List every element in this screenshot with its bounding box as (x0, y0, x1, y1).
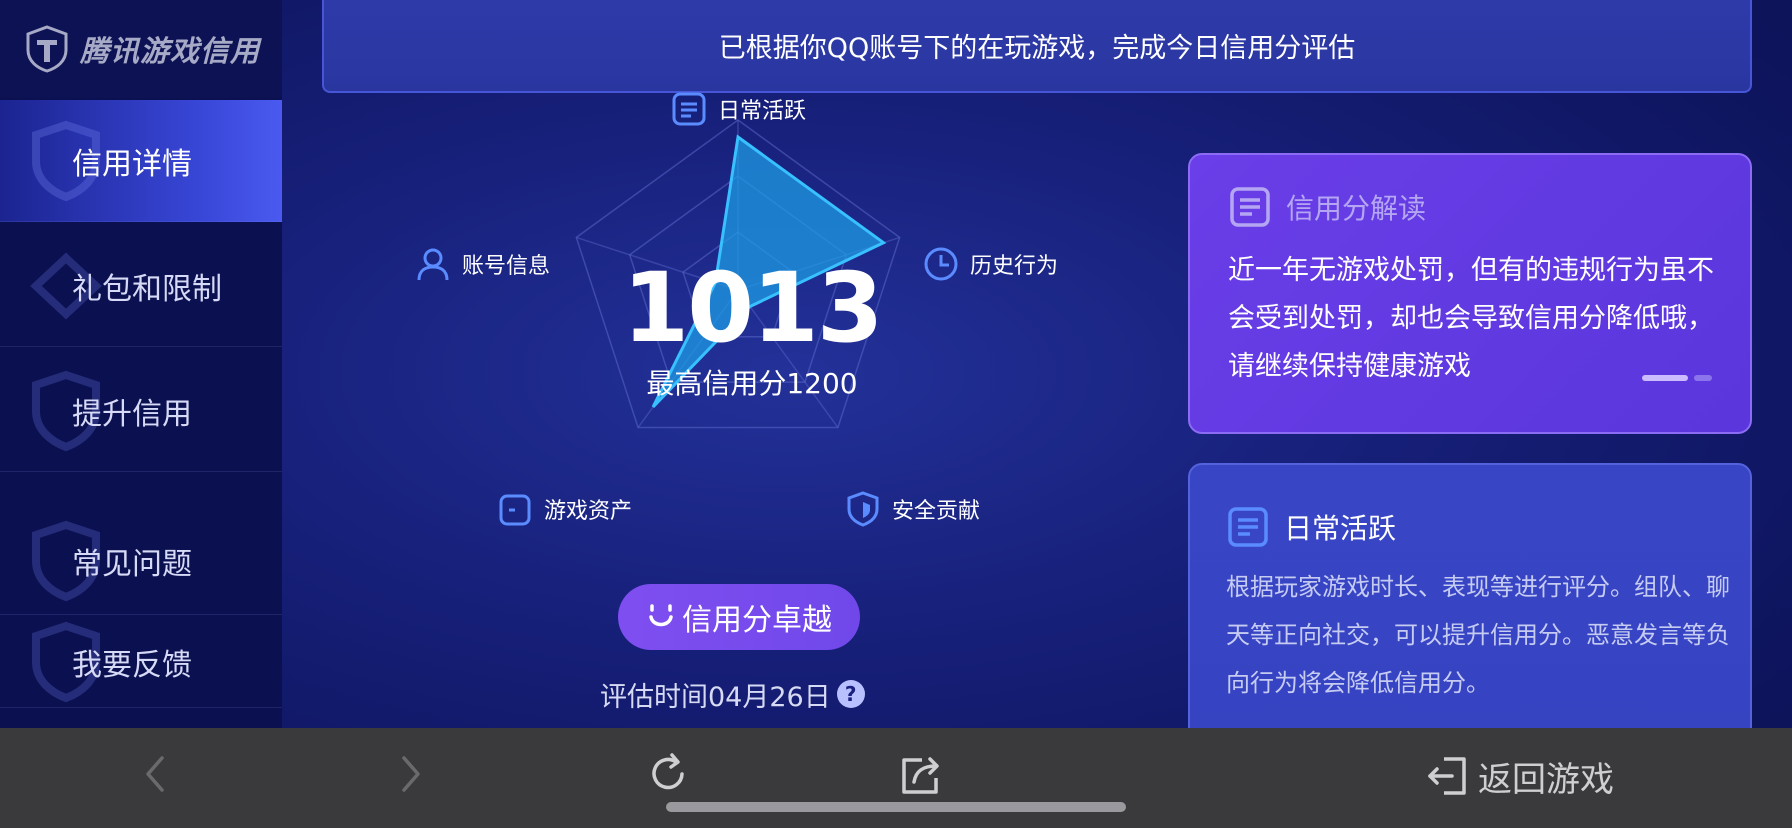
credit-grade-label: 信用分卓越 (682, 603, 832, 638)
sidebar-item-label: 礼包和限制 (72, 271, 222, 307)
app-root: 腾讯游戏信用 信用详情 礼包和限制 提升信用 常见问题 我要反馈 已根据你QQ账… (0, 0, 1792, 828)
sidebar-item-label: 常见问题 (72, 546, 192, 582)
wallet-icon (499, 494, 531, 526)
pagination-dot[interactable] (1694, 375, 1712, 381)
smile-icon (649, 604, 673, 627)
sidebar-item-feedback[interactable]: 我要反馈 (0, 616, 282, 708)
refresh-icon[interactable] (642, 748, 694, 800)
share-icon[interactable] (896, 748, 948, 800)
evaluation-banner: 已根据你QQ账号下的在玩游戏，完成今日信用分评估 (322, 0, 1752, 93)
sidebar: 腾讯游戏信用 信用详情 礼包和限制 提升信用 常见问题 我要反馈 (0, 0, 282, 728)
document-icon (1230, 187, 1270, 227)
evaluation-time: 评估时间04月26日 ? (600, 674, 865, 714)
radar-label-text: 游戏资产 (544, 499, 633, 524)
radar-label-daily-activity: 日常活跃 (670, 90, 806, 128)
card-body: 根据玩家游戏时长、表现等进行评分。组队、聊天等正向社交，可以提升信用分。恶意发言… (1226, 573, 1730, 697)
credit-score-max: 最高信用分1200 (646, 367, 858, 400)
radar-label-text: 安全贡献 (892, 499, 981, 524)
radar-label-assets: 游戏资产 (496, 490, 632, 528)
credit-score-value: 1013 (622, 252, 883, 364)
bottom-toolbar: 返回游戏 (0, 728, 1792, 828)
home-indicator[interactable] (666, 802, 1126, 812)
sidebar-item-gifts-limits[interactable]: 礼包和限制 (0, 225, 282, 347)
radar-chart: 日常活跃 历史行为 安全贡献 游戏资产 账号信息 1013 最高信用分1200 (382, 90, 1102, 550)
radar-label-text: 账号信息 (462, 254, 551, 279)
return-to-game-button[interactable]: 返回游戏 (1424, 748, 1614, 804)
radar-label-text: 历史行为 (970, 254, 1059, 279)
user-icon (417, 248, 449, 281)
forward-icon[interactable] (384, 748, 436, 800)
shield-icon (847, 491, 879, 527)
exit-icon (1428, 757, 1466, 795)
card-title-row: 日常活跃 (1226, 505, 1396, 549)
logo-shield-icon (26, 25, 68, 73)
document-icon (672, 92, 706, 126)
radar-label-history: 历史行为 (922, 245, 1058, 283)
help-icon[interactable]: ? (836, 680, 865, 708)
credit-grade-button[interactable]: 信用分卓越 (618, 584, 860, 650)
clock-icon (924, 247, 958, 281)
pagination-dots[interactable] (1642, 375, 1712, 381)
document-icon (1228, 507, 1268, 547)
card-title: 信用分解读 (1286, 192, 1427, 225)
radar-label-text: 日常活跃 (718, 99, 807, 124)
credit-interpretation-card: 信用分解读 近一年无游戏处罚，但有的违规行为虽不会受到处罚，却也会导致信用分降低… (1188, 153, 1752, 434)
sidebar-item-credit-details[interactable]: 信用详情 (0, 100, 282, 222)
pagination-dot-active[interactable] (1642, 375, 1688, 381)
card-title: 日常活跃 (1284, 512, 1397, 545)
logo: 腾讯游戏信用 (0, 0, 282, 98)
logo-text: 腾讯游戏信用 (80, 34, 261, 68)
radar-label-account: 账号信息 (414, 245, 550, 283)
sidebar-item-label: 我要反馈 (72, 647, 192, 683)
sidebar-item-label: 信用详情 (72, 146, 192, 182)
return-to-game-label: 返回游戏 (1478, 759, 1614, 800)
card-title-row: 信用分解读 (1228, 185, 1426, 229)
sidebar-item-faq[interactable]: 常见问题 (0, 507, 282, 615)
daily-activity-card: 日常活跃 根据玩家游戏时长、表现等进行评分。组队、聊天等正向社交，可以提升信用分… (1188, 463, 1752, 753)
sidebar-item-label: 提升信用 (72, 396, 192, 432)
back-icon[interactable] (130, 748, 182, 800)
sidebar-item-improve-credit[interactable]: 提升信用 (0, 350, 282, 472)
evaluation-time-text: 评估时间04月26日 (600, 681, 831, 713)
radar-label-security: 安全贡献 (844, 490, 980, 528)
card-body: 近一年无游戏处罚，但有的违规行为虽不会受到处罚，却也会导致信用分降低哦，请继续保… (1228, 255, 1714, 382)
